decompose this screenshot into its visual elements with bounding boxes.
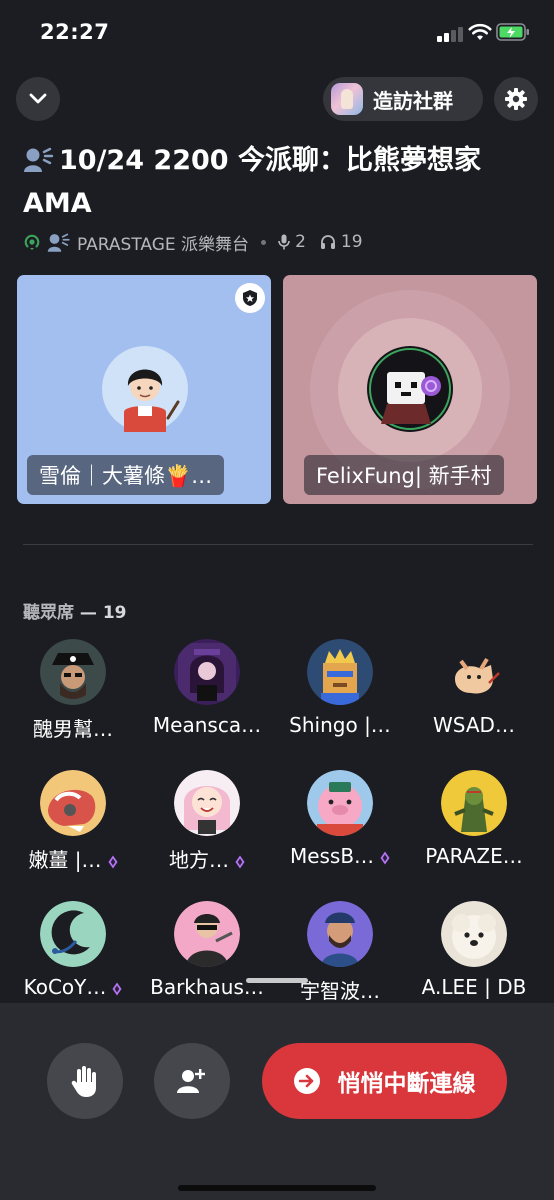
member-name: PARAZE…	[407, 844, 541, 868]
member-name: 醜男幫…	[6, 713, 140, 742]
member-name: WSAD…	[407, 713, 541, 737]
member-name-text: 醜男幫…	[33, 717, 113, 741]
nitro-gem-icon	[108, 855, 118, 868]
stage-icon	[24, 234, 40, 250]
member-avatar	[40, 639, 106, 705]
member-avatar	[40, 770, 106, 836]
member-avatar	[307, 901, 373, 967]
home-indicator	[178, 1185, 376, 1191]
member-name-text: MessB…	[289, 844, 375, 868]
member-name: KoCoY…	[6, 975, 140, 999]
add-user-icon	[177, 1069, 205, 1093]
member-name: Shingo |…	[273, 713, 407, 737]
audience-label: 聽眾席	[23, 603, 74, 623]
stage-title-line2: AMA	[23, 188, 92, 219]
chevron-down-icon	[29, 93, 47, 104]
member-name: A.LEE | DB	[407, 975, 541, 999]
member-name-text: Meansca…	[152, 713, 262, 737]
audience-count: — 19	[79, 603, 127, 623]
member-name-text: 宇智波…	[300, 979, 380, 1003]
speaker-tile[interactable]: FelixFung| 新手村	[283, 275, 537, 504]
speaker-avatar	[102, 346, 188, 432]
stage-info-row: PARASTAGE 派樂舞台 2 19	[23, 229, 363, 255]
visit-community-label: 造訪社群	[373, 88, 453, 113]
member-avatar	[174, 770, 240, 836]
member-name-text: KoCoY…	[23, 975, 107, 999]
member-name-text: WSAD…	[433, 713, 515, 737]
visit-community-button[interactable]: 造訪社群	[323, 77, 483, 121]
member-name: 嫩薑 |…	[6, 844, 140, 873]
nitro-gem-icon	[112, 982, 122, 995]
speaker-icon	[24, 147, 54, 172]
collapse-button[interactable]	[16, 77, 60, 121]
separator-dot	[261, 239, 267, 245]
stage-title: 10/24 2200 今派聊：比熊夢想家	[23, 141, 543, 181]
invite-button[interactable]	[154, 1043, 230, 1119]
member-avatar	[441, 639, 507, 705]
member-name-text: 嫩薑 |…	[28, 848, 102, 872]
member-name: 地方…	[140, 844, 274, 873]
settings-button[interactable]	[494, 77, 538, 121]
divider	[23, 544, 533, 545]
speaker-tile[interactable]: 雪倫｜大薯條🍟…	[17, 275, 271, 504]
server-avatar	[331, 83, 363, 115]
wifi-icon	[468, 23, 492, 40]
nitro-gem-icon	[380, 851, 390, 864]
mic-icon	[278, 234, 290, 250]
speaker-avatar	[367, 346, 453, 432]
cellular-signal-icon	[437, 26, 465, 42]
raise-hand-button[interactable]	[47, 1043, 123, 1119]
member-avatar	[441, 770, 507, 836]
battery-icon	[496, 23, 529, 41]
listener-count: 19	[340, 232, 363, 252]
member-name-text: PARAZE…	[425, 844, 523, 868]
member-avatar	[174, 639, 240, 705]
member-avatar	[174, 901, 240, 967]
leave-quietly-button[interactable]: 悄悄中斷連線	[262, 1043, 507, 1119]
moderator-badge-icon	[235, 283, 265, 313]
speaker-name: FelixFung| 新手村	[304, 455, 504, 495]
raise-hand-icon	[71, 1066, 96, 1097]
member-avatar	[40, 901, 106, 967]
member-name-text: 地方…	[169, 848, 229, 872]
arrow-right-icon	[293, 1068, 320, 1094]
member-name: MessB…	[273, 844, 407, 868]
nitro-gem-icon	[235, 855, 245, 868]
speaker-name: 雪倫｜大薯條🍟…	[27, 455, 225, 495]
member-name-text: Shingo |…	[289, 713, 391, 737]
gear-icon	[505, 88, 527, 110]
status-time: 22:27	[40, 20, 110, 44]
member-avatar	[307, 770, 373, 836]
speaker-icon	[47, 233, 70, 252]
audience-header: 聽眾席 — 19	[23, 598, 127, 623]
member-avatar	[307, 639, 373, 705]
headphones-icon	[320, 235, 335, 249]
leave-label: 悄悄中斷連線	[337, 1071, 476, 1097]
speaker-count: 2	[295, 232, 306, 252]
channel-name: PARASTAGE 派樂舞台	[77, 234, 250, 255]
member-name-text: A.LEE | DB	[421, 975, 527, 999]
status-bar: 22:27	[0, 0, 554, 66]
member-name: Meansca…	[140, 713, 274, 737]
drag-handle[interactable]	[246, 978, 308, 983]
stage-title-line1: 10/24 2200 今派聊：比熊夢想家	[59, 145, 481, 176]
member-avatar	[441, 901, 507, 967]
